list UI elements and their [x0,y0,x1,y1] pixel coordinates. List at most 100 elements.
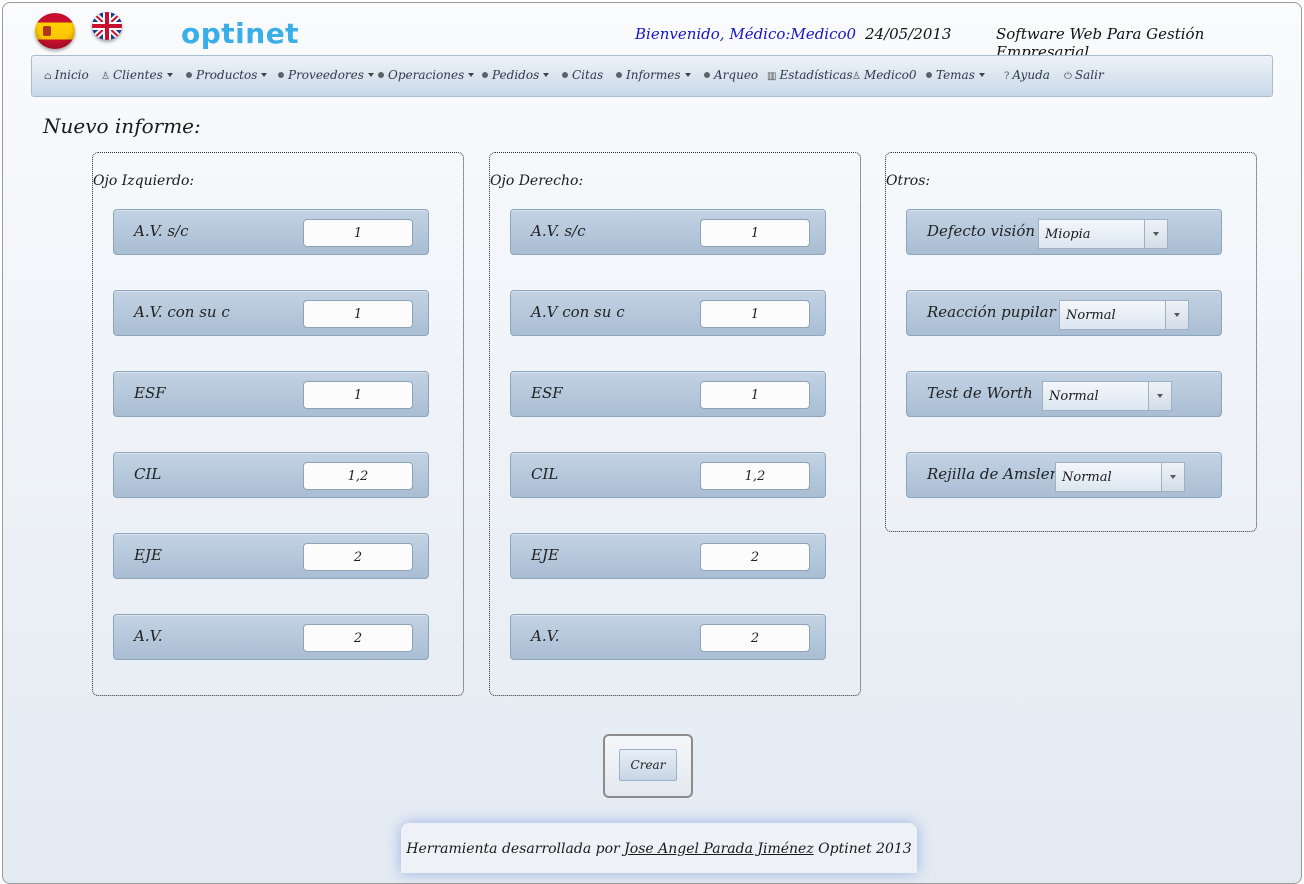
user-icon: ♙ [852,71,861,82]
panel-label: Ojo Derecho: [490,173,584,189]
bullet-icon [704,72,710,78]
author-link[interactable]: Jose Angel Parada Jiménez [624,841,814,857]
bullet-icon [562,72,568,78]
defecto-vision-select[interactable]: Miopia [1038,219,1168,249]
nav-citas[interactable]: Citas [562,68,603,82]
av-con-c-input[interactable]: 1 [700,300,810,328]
chevron-down-icon[interactable] [1165,301,1188,329]
field-label: A.V. [134,627,163,645]
nav-proveedores[interactable]: Proveedores [278,68,374,82]
chevron-down-icon[interactable] [1148,382,1171,410]
nav-informes[interactable]: Informes [616,68,691,82]
field-label: EJE [531,546,559,564]
field-row: ESF 1 [510,371,826,417]
chevron-down-icon [166,73,173,77]
field-row: CIL 1,2 [510,452,826,498]
field-label: CIL [134,465,162,483]
av-sc-input[interactable]: 1 [303,219,413,247]
nav-arqueo[interactable]: Arqueo [704,68,758,82]
panel-label: Ojo Izquierdo: [93,173,195,189]
uk-flag-icon[interactable] [92,12,122,40]
help-icon: ? [1004,71,1010,82]
field-label: Defecto visión [927,222,1036,240]
bullet-icon [186,72,192,78]
nav-estadisticas[interactable]: ▥ Estadísticas [767,68,853,82]
field-label: Test de Worth [927,384,1033,402]
chevron-down-icon [543,73,550,77]
chevron-down-icon [684,73,691,77]
rejilla-amsler-select[interactable]: Normal [1055,462,1185,492]
field-row: A.V con su c 1 [510,290,826,336]
field-row: EJE 2 [113,533,429,579]
nav-productos[interactable]: Productos [186,68,268,82]
create-button[interactable]: Crear [619,749,677,781]
nav-inicio[interactable]: ⌂ Inicio [44,68,89,82]
field-label: EJE [134,546,162,564]
eje-input[interactable]: 2 [700,543,810,571]
field-label: Reacción pupilar [927,303,1056,321]
field-row: A.V. 2 [113,614,429,660]
field-label: A.V. s/c [531,222,586,240]
welcome-text: Bienvenido, Médico:Medico0 [635,25,857,43]
nav-pedidos[interactable]: Pedidos [482,68,550,82]
bullet-icon [278,72,284,78]
esf-input[interactable]: 1 [700,381,810,409]
field-row: EJE 2 [510,533,826,579]
test-worth-select[interactable]: Normal [1042,381,1172,411]
logo: optinet [181,17,300,50]
chevron-down-icon [261,73,268,77]
current-date: 24/05/2013 [865,25,952,43]
field-label: A.V. [531,627,560,645]
field-row: Reacción pupilar Normal [906,290,1222,336]
field-label: ESF [531,384,563,402]
bullet-icon [616,72,622,78]
bullet-icon [482,72,488,78]
field-row: Rejilla de Amsler Normal [906,452,1222,498]
bullet-icon [378,72,384,78]
bullet-icon [926,72,932,78]
esf-input[interactable]: 1 [303,381,413,409]
field-row: A.V. s/c 1 [113,209,429,255]
field-row: A.V. s/c 1 [510,209,826,255]
av-input[interactable]: 2 [700,624,810,652]
field-label: CIL [531,465,559,483]
reaccion-pupilar-select[interactable]: Normal [1059,300,1189,330]
field-row: CIL 1,2 [113,452,429,498]
main-navbar: ⌂ Inicio ♙ Clientes Productos Proveedores … [31,55,1273,97]
field-label: ESF [134,384,166,402]
others-panel: Otros: Defecto visión Miopia Reacción pu… [885,152,1257,532]
cil-input[interactable]: 1,2 [303,462,413,490]
field-row: A.V. 2 [510,614,826,660]
nav-ayuda[interactable]: ? Ayuda [1004,68,1050,82]
create-button-frame: Crear [603,734,693,798]
app-window: optinet Bienvenido, Médico:Medico0 24/05… [2,2,1302,884]
chevron-down-icon [367,73,374,77]
chart-icon: ▥ [767,71,777,82]
nav-operaciones[interactable]: Operaciones [378,68,475,82]
footer: Herramienta desarrollada por Jose Angel … [401,823,917,873]
chevron-down-icon[interactable] [1161,463,1184,491]
panel-label: Otros: [886,173,931,189]
spain-flag-icon[interactable] [35,13,75,49]
av-input[interactable]: 2 [303,624,413,652]
nav-usuario[interactable]: ♙ Medico0 [852,68,916,82]
cil-input[interactable]: 1,2 [700,462,810,490]
nav-clientes[interactable]: ♙ Clientes [101,68,173,82]
home-icon: ⌂ [44,71,52,82]
user-icon: ♙ [101,71,110,82]
chevron-down-icon [978,73,985,77]
eje-input[interactable]: 2 [303,543,413,571]
field-label: Rejilla de Amsler [927,465,1057,483]
page-title: Nuevo informe: [43,114,201,138]
chevron-down-icon[interactable] [1144,220,1167,248]
footer-prefix: Herramienta desarrollada por [406,841,620,857]
nav-temas[interactable]: Temas [926,68,985,82]
field-row: ESF 1 [113,371,429,417]
left-eye-panel: Ojo Izquierdo: A.V. s/c 1 A.V. con su c … [92,152,464,696]
field-label: A.V. s/c [134,222,189,240]
field-label: A.V. con su c [134,303,230,321]
av-con-c-input[interactable]: 1 [303,300,413,328]
field-row: Defecto visión Miopia [906,209,1222,255]
av-sc-input[interactable]: 1 [700,219,810,247]
nav-salir[interactable]: ⏻ Salir [1064,68,1104,82]
